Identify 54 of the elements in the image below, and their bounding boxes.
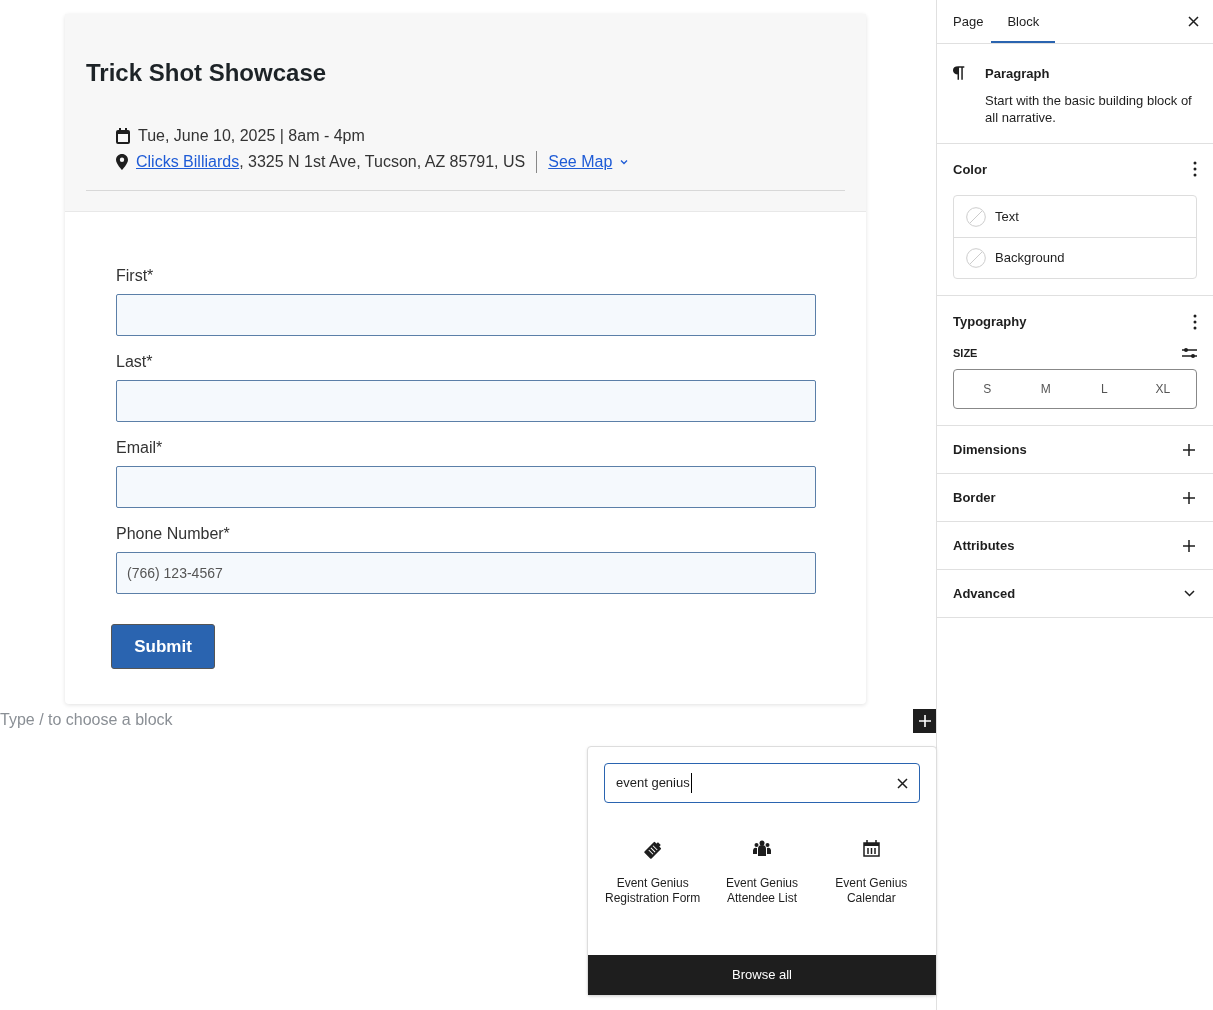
block-result[interactable]: Event Genius Attendee List [712, 840, 812, 906]
text-input-field[interactable] [116, 466, 816, 508]
close-icon[interactable] [1188, 16, 1199, 27]
panel-header[interactable]: Border [937, 474, 1213, 522]
size-option[interactable]: L [1075, 374, 1134, 404]
block-search-field[interactable]: event genius [604, 763, 920, 803]
chevron-down-icon [620, 159, 629, 165]
size-option[interactable]: S [958, 374, 1017, 404]
size-option[interactable]: XL [1133, 374, 1192, 404]
block-result[interactable]: Event Genius Calendar [821, 840, 922, 906]
event-datetime: Tue, June 10, 2025 | 8am - 4pm [138, 126, 365, 146]
field-label: First* [116, 266, 155, 286]
plus-icon [918, 715, 931, 727]
event-title: Trick Shot Showcase [86, 58, 328, 88]
block-name: Paragraph [985, 65, 1051, 83]
plus-icon [1183, 491, 1195, 504]
sidebar-tab[interactable]: Page [945, 0, 992, 43]
panel-header[interactable]: Dimensions [937, 426, 1213, 474]
sidebar-tab[interactable]: Block [991, 0, 1056, 43]
calendar-icon [116, 128, 130, 144]
color-option[interactable]: Text [954, 196, 1196, 237]
text-input-field[interactable] [116, 380, 816, 422]
sliders-icon[interactable] [1182, 346, 1197, 359]
empty-swatch-icon [966, 206, 986, 227]
color-section-title: Color [953, 160, 987, 179]
venue-link[interactable]: Clicks Billiards [136, 150, 240, 174]
location-pin-icon [116, 154, 128, 170]
submit-button[interactable]: Submit [111, 624, 215, 669]
see-map-link[interactable]: See Map [548, 150, 613, 174]
more-options-icon[interactable] [1193, 161, 1197, 178]
text-input-field[interactable] [116, 294, 816, 336]
plus-icon [1183, 443, 1195, 456]
panel-header[interactable]: Attributes [937, 522, 1213, 570]
plus-icon [1183, 539, 1195, 552]
field-label: Email* [116, 438, 164, 458]
size-label: SIZE [953, 345, 978, 361]
more-options-icon[interactable] [1193, 313, 1197, 330]
panel-header[interactable]: Advanced [937, 570, 1213, 618]
color-option[interactable]: Background [954, 237, 1196, 278]
pilcrow-icon [953, 64, 966, 82]
empty-swatch-icon [966, 248, 986, 268]
block-result[interactable]: Event Genius Registration Form [602, 840, 703, 906]
field-label: Phone Number* [116, 524, 231, 544]
text-input-field[interactable]: (766) 123-4567 [116, 552, 816, 594]
chevron-down-icon [1184, 590, 1195, 597]
add-block-button[interactable] [913, 709, 936, 733]
field-label: Last* [116, 352, 154, 372]
browse-all-button[interactable]: Browse all [588, 955, 936, 995]
search-text: event genius [616, 773, 692, 793]
close-icon[interactable] [897, 777, 908, 789]
size-option[interactable]: M [1016, 374, 1075, 404]
block-description: Start with the basic building block of all narrative. [985, 91, 1193, 126]
typography-section-title: Typography [953, 313, 1027, 331]
event-address: , 3325 N 1st Ave, Tucson, AZ 85791, US [239, 152, 526, 172]
